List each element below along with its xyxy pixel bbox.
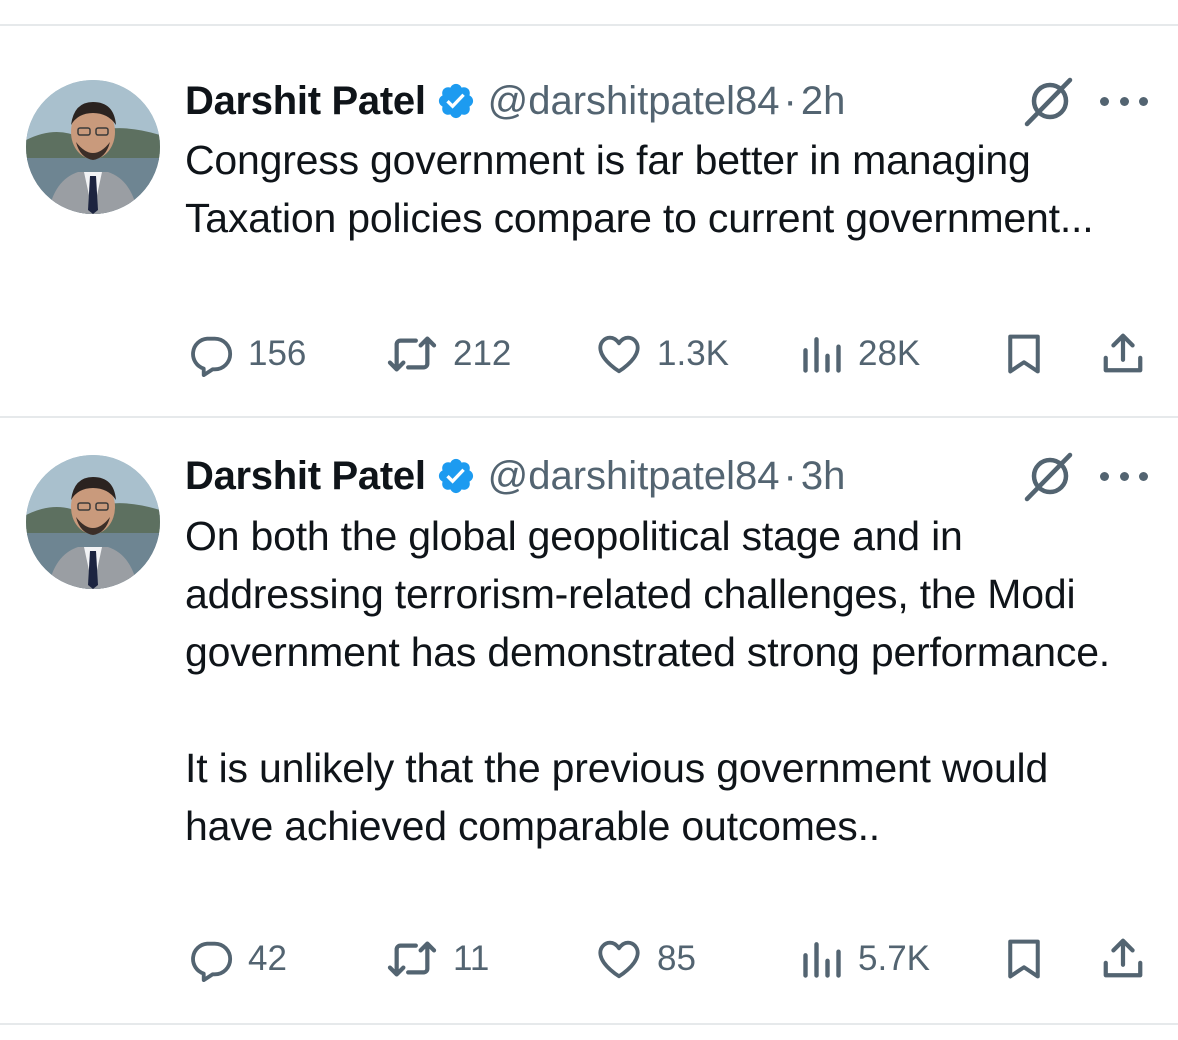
repost-count: 212 <box>453 334 512 373</box>
tweet-text: Congress government is far better in man… <box>185 131 1145 247</box>
reply-button[interactable]: 156 <box>188 330 306 378</box>
tweet-text: On both the global geopolitical stage an… <box>185 507 1145 855</box>
views-count: 5.7K <box>858 939 930 978</box>
reply-button[interactable]: 42 <box>188 935 287 983</box>
like-icon <box>598 940 640 979</box>
tweet-paragraph: On both the global geopolitical stage an… <box>185 513 1110 675</box>
repost-button[interactable]: 11 <box>385 935 489 983</box>
like-count: 85 <box>657 939 696 978</box>
reply-icon <box>191 336 232 377</box>
share-icon <box>1103 333 1143 373</box>
author-name[interactable]: Darshit Patel <box>185 454 426 499</box>
like-button[interactable]: 1.3K <box>595 330 729 378</box>
reply-icon <box>191 941 232 982</box>
verified-badge-icon <box>436 81 476 121</box>
tweet-actions: 156 212 1.3K 28K <box>0 330 1178 378</box>
like-icon <box>598 335 640 374</box>
tweet-paragraph: Congress government is far better in man… <box>185 137 1094 241</box>
avatar[interactable] <box>26 455 160 589</box>
repost-icon <box>387 336 437 372</box>
share-button[interactable] <box>1100 935 1146 983</box>
author-name[interactable]: Darshit Patel <box>185 79 426 124</box>
bookmark-button[interactable] <box>1002 330 1046 378</box>
repost-button[interactable]: 212 <box>385 330 511 378</box>
more-options-icon[interactable] <box>1100 469 1148 483</box>
bookmark-button[interactable] <box>1002 935 1046 983</box>
verified-badge-icon <box>436 456 476 496</box>
repost-icon <box>387 941 437 977</box>
grok-icon[interactable] <box>1022 449 1076 503</box>
share-button[interactable] <box>1100 330 1146 378</box>
repost-count: 11 <box>453 939 490 978</box>
more-options-icon[interactable] <box>1100 94 1148 108</box>
tweet-header: Darshit Patel @darshitpatel84 · 3h <box>185 453 845 499</box>
bookmark-icon <box>1008 334 1040 374</box>
tweet-actions: 42 11 85 5.7K <box>0 935 1178 983</box>
separator-dot: · <box>783 453 797 498</box>
reply-count: 156 <box>248 334 307 373</box>
bookmark-icon <box>1008 939 1040 979</box>
views-icon <box>803 337 841 373</box>
avatar[interactable] <box>26 80 160 214</box>
separator-dot: · <box>783 78 797 123</box>
top-divider <box>0 24 1178 26</box>
tweet-header: Darshit Patel @darshitpatel84 · 2h <box>185 78 845 124</box>
views-button[interactable]: 5.7K <box>800 935 930 983</box>
author-handle[interactable]: @darshitpatel84 <box>488 454 780 499</box>
views-count: 28K <box>858 334 921 373</box>
timestamp[interactable]: 3h <box>801 454 846 499</box>
reply-count: 42 <box>248 939 287 978</box>
timestamp[interactable]: 2h <box>801 79 846 124</box>
views-button[interactable]: 28K <box>800 330 920 378</box>
like-button[interactable]: 85 <box>595 935 696 983</box>
bottom-divider <box>0 1023 1178 1025</box>
grok-icon[interactable] <box>1022 74 1076 128</box>
tweet-divider <box>0 416 1178 418</box>
author-handle[interactable]: @darshitpatel84 <box>488 79 780 124</box>
views-icon <box>803 942 841 978</box>
share-icon <box>1103 938 1143 978</box>
like-count: 1.3K <box>657 334 729 373</box>
tweet-paragraph: It is unlikely that the previous governm… <box>185 745 1049 849</box>
